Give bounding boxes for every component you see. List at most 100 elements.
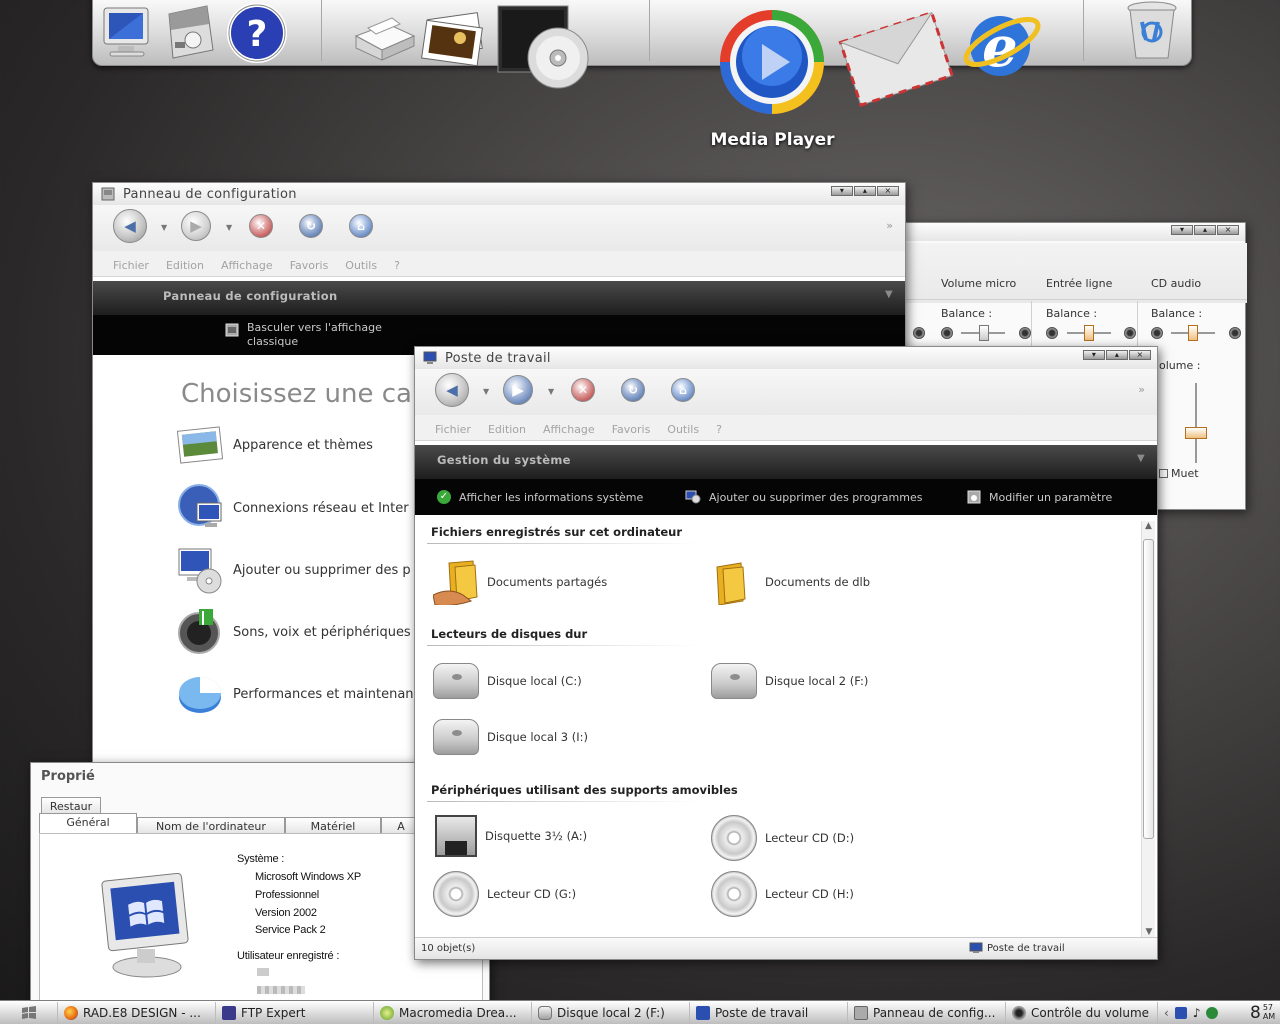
taskbar-item-firefox[interactable]: RAD.E8 DESIGN - ...	[58, 1001, 216, 1024]
taskbar-item-my-computer[interactable]: Poste de travail	[690, 1001, 848, 1024]
collapse-chevron-icon[interactable]: ▼	[1137, 453, 1145, 464]
menu-edit[interactable]: Edition	[166, 259, 204, 276]
menu-favorites[interactable]: Favoris	[612, 423, 651, 440]
monitor-icon[interactable]	[100, 6, 156, 58]
home-button[interactable]: ⌂	[349, 214, 373, 238]
toolbar-overflow-chevron[interactable]: »	[886, 219, 893, 232]
close-button[interactable]: ×	[1129, 350, 1151, 360]
item-drive-i[interactable]: Disque local 3 (I:)	[433, 719, 588, 755]
system-tasks-header[interactable]: Gestion du système ▼	[415, 445, 1157, 479]
photos-icon[interactable]	[420, 12, 492, 67]
minimize-button[interactable]: ▾	[1171, 225, 1193, 235]
refresh-button[interactable]: ↻	[621, 378, 645, 402]
control-panel-task-header[interactable]: Panneau de configuration ▼	[93, 281, 905, 315]
close-button[interactable]: ×	[877, 186, 899, 196]
stop-button[interactable]: ✕	[571, 378, 595, 402]
item-drive-f[interactable]: Disque local 2 (F:)	[711, 663, 868, 699]
balance-slider-thumb[interactable]	[1084, 325, 1094, 341]
item-shared-documents[interactable]: Documents partagés	[433, 559, 607, 605]
help-icon[interactable]: ?	[226, 2, 288, 64]
item-label: Documents partagés	[487, 575, 608, 589]
category-appearance[interactable]: Apparence et thèmes	[177, 425, 373, 465]
refresh-button[interactable]: ↻	[299, 214, 323, 238]
back-history-dropdown[interactable]: ▼	[161, 223, 167, 232]
control-panel-icon[interactable]	[163, 4, 219, 60]
tray-expand-chevron-icon[interactable]: ‹	[1164, 1006, 1169, 1020]
mute-checkbox[interactable]	[1159, 469, 1168, 478]
category-performance[interactable]: Performances et maintenan	[177, 671, 414, 717]
taskbar-item-drive-f[interactable]: Disque local 2 (F:)	[532, 1001, 690, 1024]
start-button[interactable]	[0, 1001, 58, 1024]
speaker-tray-icon[interactable]: ♪	[1193, 1006, 1201, 1020]
forward-history-dropdown[interactable]: ▼	[226, 223, 232, 232]
menu-tools[interactable]: Outils	[667, 423, 699, 440]
printer-icon[interactable]	[352, 14, 418, 64]
stop-button[interactable]: ✕	[249, 214, 273, 238]
menu-favorites[interactable]: Favoris	[290, 259, 329, 276]
task-view-system-info[interactable]: ✓ Afficher les informations système	[437, 490, 643, 504]
network-tray-icon[interactable]	[1174, 1006, 1187, 1019]
maximize-button[interactable]: ▴	[1194, 225, 1216, 235]
menu-view[interactable]: Affichage	[221, 259, 273, 276]
maximize-button[interactable]: ▴	[1106, 350, 1128, 360]
internet-explorer-icon[interactable]: e	[958, 2, 1044, 88]
item-cd-g[interactable]: Lecteur CD (G:)	[433, 871, 576, 917]
arrow-left-icon: ◀	[124, 217, 136, 235]
maximize-button[interactable]: ▴	[854, 186, 876, 196]
menu-edit[interactable]: Edition	[488, 423, 526, 440]
close-button[interactable]: ×	[1217, 225, 1239, 235]
scrollbar-thumb[interactable]	[1143, 539, 1154, 839]
scroll-up-arrow-icon[interactable]: ▲	[1142, 521, 1155, 531]
minimize-button[interactable]: ▾	[831, 186, 853, 196]
balance-slider-thumb[interactable]	[1188, 325, 1198, 341]
taskbar-item-dreamweaver[interactable]: Macromedia Drea...	[374, 1001, 532, 1024]
volume-icon	[1012, 1005, 1026, 1020]
menu-file[interactable]: Fichier	[113, 259, 149, 276]
menu-help[interactable]: ?	[716, 423, 722, 440]
mail-icon[interactable]	[838, 0, 955, 116]
dock-separator	[1083, 0, 1084, 61]
os-version: Version 2002	[255, 907, 317, 919]
security-tray-icon[interactable]	[1206, 1006, 1219, 1019]
task-change-setting[interactable]: Modifier un paramètre	[967, 490, 1112, 504]
home-button[interactable]: ⌂	[671, 378, 695, 402]
minimize-button[interactable]: ▾	[1083, 350, 1105, 360]
volume-slider-track[interactable]	[1195, 383, 1197, 463]
scroll-down-arrow-icon[interactable]: ▼	[1142, 927, 1156, 937]
switch-to-classic-view-link[interactable]: Basculer vers l'affichage classique	[247, 321, 382, 349]
item-floppy-a[interactable]: Disquette 3½ (A:)	[435, 815, 587, 857]
category-add-remove-programs[interactable]: Ajouter ou supprimer des p	[177, 545, 411, 595]
media-player-icon[interactable]	[718, 8, 826, 116]
menu-tools[interactable]: Outils	[345, 259, 377, 276]
redacted-user-name	[257, 968, 269, 976]
back-history-dropdown[interactable]: ▼	[483, 387, 489, 396]
refresh-icon: ↻	[305, 219, 317, 233]
item-cd-d[interactable]: Lecteur CD (D:)	[711, 815, 854, 861]
task-add-remove-programs[interactable]: Ajouter ou supprimer des programmes	[685, 490, 922, 504]
cd-icon[interactable]	[496, 4, 592, 92]
forward-button[interactable]: ▶	[503, 375, 533, 405]
collapse-chevron-icon[interactable]: ▼	[885, 289, 893, 300]
taskbar-item-control-panel[interactable]: Panneau de config...	[848, 1001, 1006, 1024]
vertical-scrollbar[interactable]: ▲ ▼	[1141, 521, 1155, 939]
menu-file[interactable]: Fichier	[435, 423, 471, 440]
taskbar-item-ftp-expert[interactable]: FTP Expert	[216, 1001, 374, 1024]
taskbar-item-volume-control[interactable]: Contrôle du volume	[1006, 1001, 1158, 1024]
volume-slider-thumb[interactable]	[1185, 427, 1207, 439]
forward-history-dropdown[interactable]: ▼	[548, 387, 554, 396]
category-sounds[interactable]: Sons, voix et périphériques	[177, 607, 411, 657]
balance-slider-thumb[interactable]	[979, 325, 989, 341]
tab-general[interactable]: Général	[39, 813, 137, 833]
back-button[interactable]: ◀	[435, 373, 469, 407]
recycle-bin-icon[interactable]	[1122, 0, 1182, 62]
clock[interactable]: 8 57 AM	[1250, 1002, 1275, 1024]
item-drive-c[interactable]: Disque local (C:)	[433, 663, 582, 699]
menu-view[interactable]: Affichage	[543, 423, 595, 440]
forward-button[interactable]: ▶	[181, 211, 211, 241]
category-network[interactable]: Connexions réseau et Inter	[177, 483, 409, 533]
menu-help[interactable]: ?	[394, 259, 400, 276]
item-cd-h[interactable]: Lecteur CD (H:)	[711, 871, 854, 917]
toolbar-overflow-chevron[interactable]: »	[1138, 383, 1145, 396]
back-button[interactable]: ◀	[113, 209, 147, 243]
item-user-documents[interactable]: Documents de dlb	[711, 559, 870, 605]
